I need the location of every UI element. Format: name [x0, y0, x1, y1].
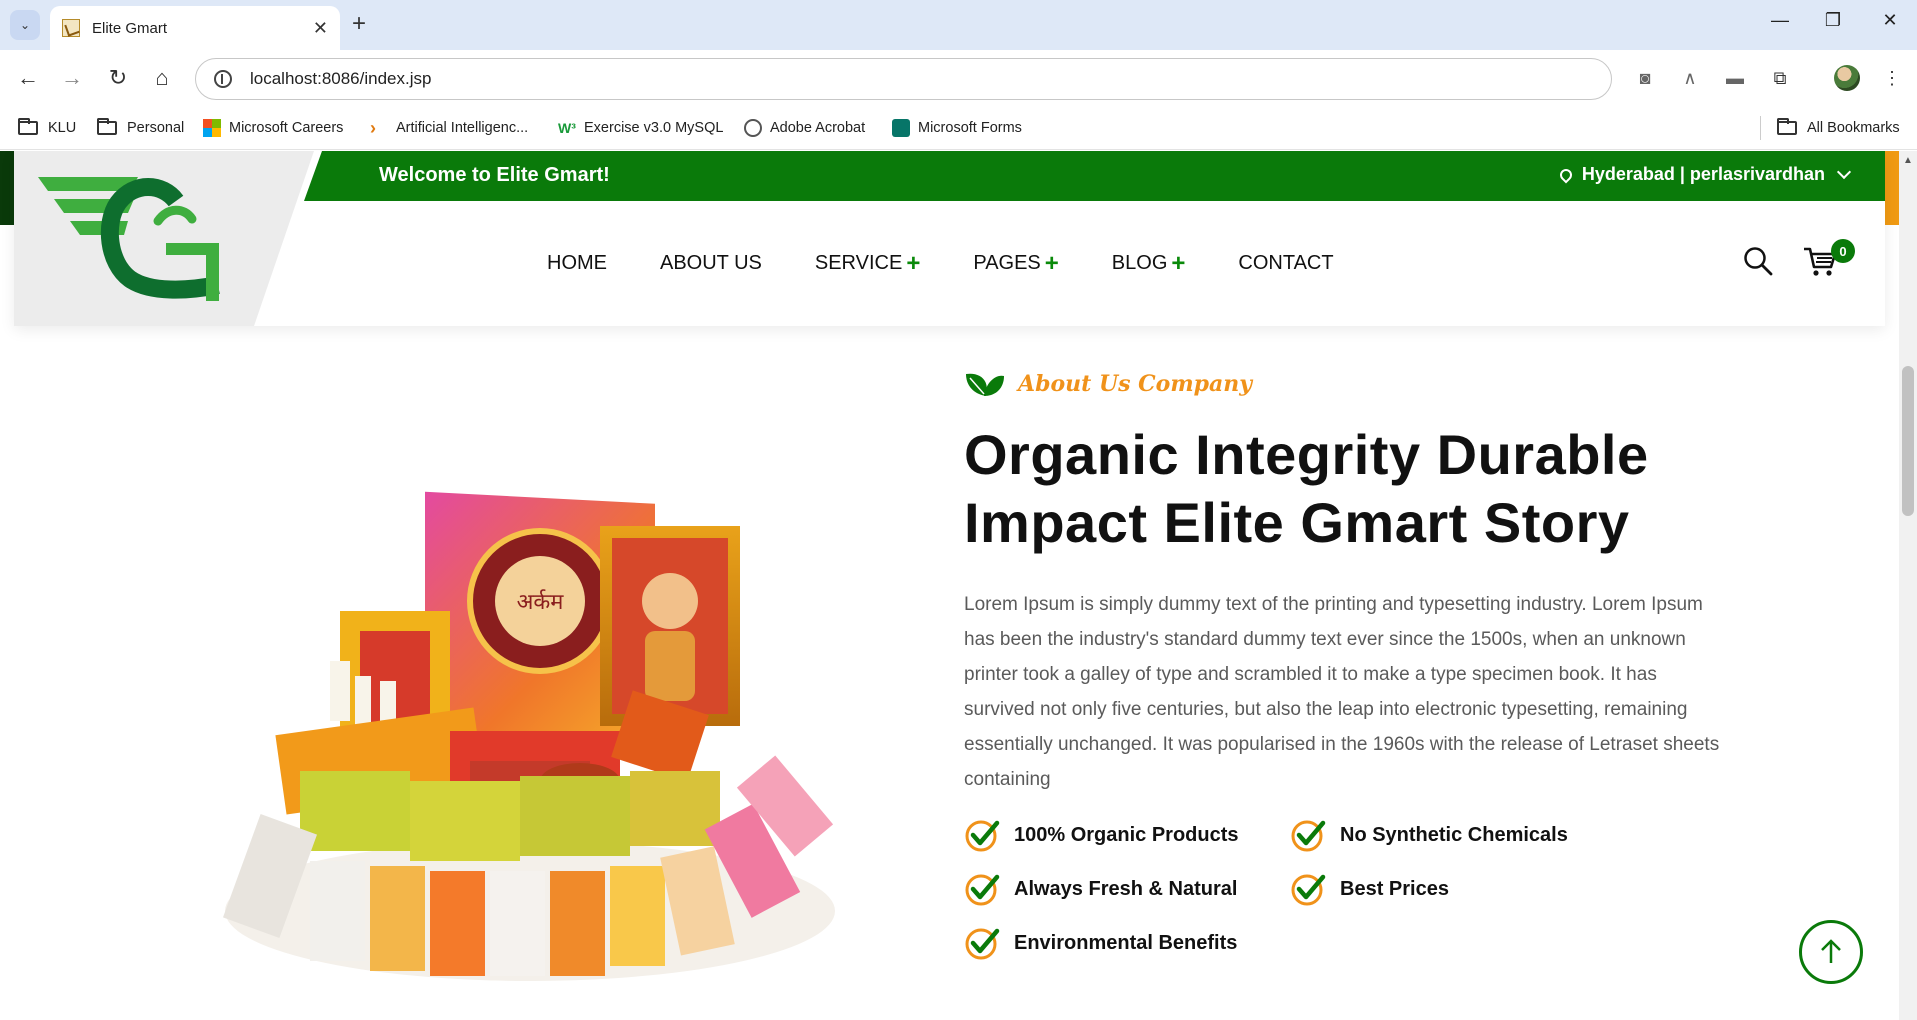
minimize-button[interactable]: — [1765, 10, 1795, 31]
check-circle-icon [965, 820, 1000, 852]
bookmark-microsoft-careers[interactable]: Microsoft Careers [203, 116, 343, 140]
location-account-dropdown[interactable]: Hyderabad | perlasrivardhan [1557, 164, 1852, 185]
address-bar[interactable]: localhost:8086/index.jsp [195, 58, 1612, 100]
profile-avatar[interactable] [1834, 65, 1860, 91]
welcome-text: Welcome to Elite Gmart! [379, 164, 610, 186]
scrollbar-thumb[interactable] [1902, 366, 1914, 516]
left-accent-bar [0, 151, 14, 225]
back-to-top-button[interactable] [1799, 920, 1863, 984]
home-button[interactable]: ⌂ [147, 63, 177, 93]
elite-gmart-logo[interactable] [38, 173, 238, 303]
back-button[interactable]: ← [13, 63, 43, 93]
reload-button[interactable]: ↻ [103, 63, 133, 93]
new-tab-button[interactable]: + [352, 12, 366, 36]
chevron-down-icon [1836, 164, 1852, 180]
location-pin-icon [1557, 166, 1575, 183]
all-bookmarks[interactable]: All Bookmarks [1760, 116, 1900, 140]
check-circle-icon [1291, 874, 1326, 906]
extension-a-icon[interactable]: ∧ [1678, 66, 1702, 90]
feature-item: 100% Organic Products [964, 817, 1239, 853]
right-accent-bar [1885, 151, 1899, 225]
site-info-icon[interactable] [214, 70, 232, 88]
puja-kit-product-image: अर्कम [222, 491, 835, 981]
bookmark-adobe-acrobat[interactable]: Adobe Acrobat [744, 116, 865, 140]
site-header: Welcome to Elite Gmart! Hyderabad | perl… [14, 151, 1885, 326]
folder-icon [18, 118, 38, 135]
location-text: Hyderabad | perlasrivardhan [1581, 164, 1825, 184]
extensions-puzzle-icon[interactable]: ⧉ [1768, 66, 1792, 90]
feature-item: Best Prices [1290, 871, 1449, 907]
plus-icon: + [906, 249, 921, 277]
bookmark-klu[interactable]: KLU [18, 116, 76, 140]
bookmark-microsoft-forms[interactable]: Microsoft Forms [892, 116, 1022, 140]
close-window-button[interactable]: ✕ [1875, 10, 1905, 31]
main-nav: HOME ABOUT US SERVICE + PAGES + BLOG + CONT… [547, 249, 1387, 277]
nav-blog[interactable]: BLOG + [1112, 249, 1186, 277]
tagline-text: About Us Company [1018, 371, 1253, 397]
leaf-icon [966, 373, 1004, 396]
page-scrollbar[interactable]: ▲ [1899, 151, 1917, 1020]
chevron-right-icon: › [370, 118, 376, 138]
check-circle-icon [965, 874, 1000, 906]
folder-icon [1777, 118, 1797, 135]
bookmark-ai[interactable]: › Artificial Intelligenc... [370, 116, 528, 140]
address-text: localhost:8086/index.jsp [250, 69, 432, 88]
bookmark-mysql[interactable]: W³ Exercise v3.0 MySQL [558, 116, 723, 140]
bookmark-personal[interactable]: Personal [97, 116, 184, 140]
web-page: Welcome to Elite Gmart! Hyderabad | perl… [0, 151, 1917, 1020]
nav-pages[interactable]: PAGES + [973, 249, 1059, 277]
tab-search-button[interactable]: ⌄ [10, 10, 40, 40]
cart-count-badge: 0 [1831, 239, 1855, 263]
nav-contact[interactable]: CONTACT [1238, 252, 1333, 275]
nav-home[interactable]: HOME [547, 252, 607, 275]
site-favicon [62, 19, 80, 37]
about-tagline: About Us Company [964, 370, 1252, 398]
scroll-up-icon[interactable]: ▲ [1903, 155, 1913, 166]
feature-item: Environmental Benefits [964, 925, 1237, 961]
feature-item: Always Fresh & Natural [964, 871, 1237, 907]
plus-icon: + [1171, 249, 1186, 277]
close-tab-icon[interactable]: ✕ [313, 18, 328, 39]
forms-icon [892, 119, 910, 137]
folder-icon [97, 118, 117, 135]
w3-icon: W³ [558, 120, 576, 136]
check-circle-icon [1291, 820, 1326, 852]
microsoft-logo-icon [203, 119, 221, 137]
browser-menu-icon[interactable]: ⋮ [1880, 66, 1904, 90]
arrow-up-icon [1821, 939, 1841, 963]
browser-tab[interactable]: Elite Gmart ✕ [50, 6, 340, 50]
about-paragraph: Lorem Ipsum is simply dummy text of the … [964, 594, 1720, 790]
globe-icon [744, 119, 762, 137]
nav-about-us[interactable]: ABOUT US [660, 252, 762, 275]
top-info-bar: Welcome to Elite Gmart! Hyderabad | perl… [304, 151, 1885, 201]
search-icon[interactable] [1743, 246, 1773, 276]
restore-button[interactable]: ❐ [1818, 10, 1848, 31]
forward-button[interactable]: → [57, 63, 87, 93]
svg-text:अर्कम: अर्कम [517, 589, 565, 615]
plus-icon: + [1044, 249, 1059, 277]
check-circle-icon [965, 928, 1000, 960]
nav-service[interactable]: SERVICE + [815, 249, 921, 277]
feature-item: No Synthetic Chemicals [1290, 817, 1568, 853]
extension-window-icon[interactable]: ▬ [1723, 66, 1747, 90]
tab-title: Elite Gmart [92, 19, 168, 37]
about-headline: Organic Integrity Durable Impact Elite G… [964, 423, 1649, 554]
camera-icon[interactable]: ◙ [1633, 66, 1657, 90]
